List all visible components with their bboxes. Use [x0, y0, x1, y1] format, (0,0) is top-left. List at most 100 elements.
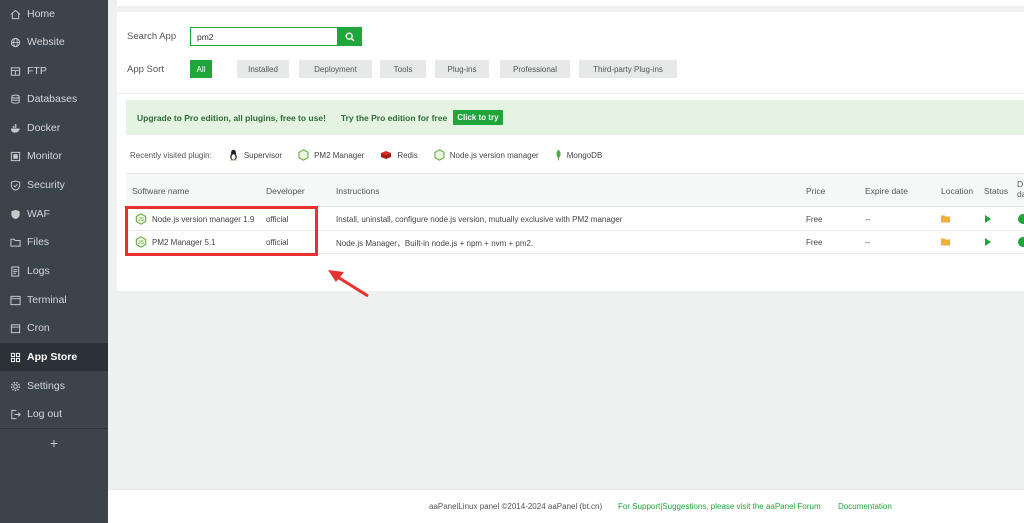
- col-software-name: Software name: [132, 186, 190, 196]
- sidebar-item-label: Docker: [27, 122, 61, 134]
- sort-all-button[interactable]: All: [190, 60, 212, 78]
- sidebar-item-monitor[interactable]: Monitor: [0, 142, 108, 170]
- sidebar-item-website[interactable]: Website: [0, 28, 108, 56]
- nodejs-hex-icon: [298, 149, 309, 161]
- sort-tools-button[interactable]: Tools: [380, 60, 426, 78]
- recent-plugin-nodejs[interactable]: Node.js version manager: [434, 149, 539, 161]
- highlight-box: [125, 206, 318, 256]
- gear-icon: [10, 381, 21, 392]
- table-header: Software name Developer Instructions Pri…: [126, 173, 1024, 207]
- annotation-arrow: [328, 270, 369, 298]
- sidebar-item-waf[interactable]: WAF: [0, 200, 108, 228]
- globe-icon: [10, 37, 21, 48]
- col-location: Location: [941, 186, 974, 196]
- sidebar-item-logs[interactable]: Logs: [0, 257, 108, 285]
- recent-plugin-label: PM2 Manager: [314, 150, 365, 160]
- grid-icon: [10, 352, 21, 363]
- search-icon: [345, 32, 355, 41]
- recent-plugin-redis[interactable]: Redis: [380, 150, 418, 160]
- promo-text: Upgrade to Pro edition, all plugins, fre…: [137, 112, 326, 123]
- sort-installed-button[interactable]: Installed: [237, 60, 289, 78]
- sidebar-item-app-store[interactable]: App Store: [0, 343, 108, 371]
- search-label: Search App: [127, 31, 177, 42]
- sidebar-item-label: Files: [27, 236, 50, 248]
- mongodb-leaf-icon: [556, 149, 561, 161]
- sidebar-item-label: App Store: [27, 351, 78, 363]
- search-input[interactable]: [190, 27, 338, 46]
- sidebar-item-label: Security: [27, 179, 65, 191]
- app-sort-label: App Sort: [127, 64, 164, 75]
- sidebar: Home Website FTP Databases Docker Monito…: [0, 0, 108, 523]
- footer-support-link[interactable]: For Support|Suggestions, please visit th…: [618, 502, 821, 511]
- waf-shield-icon: [10, 209, 21, 220]
- footer: aaPanelLinux panel ©2014-2024 aaPanel (b…: [108, 489, 1024, 523]
- folder-open-icon[interactable]: [941, 238, 951, 246]
- folder-icon: [10, 237, 21, 248]
- instructions: Install, uninstall, configure node.js ve…: [336, 215, 623, 224]
- sidebar-item-label: Terminal: [27, 294, 67, 306]
- col-expire-date: Expire date: [865, 186, 908, 196]
- footer-copyright: aaPanelLinux panel ©2014-2024 aaPanel (b…: [429, 502, 603, 511]
- linux-penguin-icon: [229, 149, 237, 161]
- sidebar-item-label: Cron: [27, 322, 50, 334]
- nodejs-hex-icon: [434, 149, 445, 161]
- divider: [117, 93, 1024, 94]
- shield-icon: [10, 179, 21, 191]
- start-button[interactable]: [985, 215, 991, 223]
- sidebar-item-docker[interactable]: Docker: [0, 114, 108, 142]
- promo-try-text: Try the Pro edition for free: [340, 112, 448, 123]
- recent-plugin-pm2[interactable]: PM2 Manager: [298, 149, 364, 161]
- sidebar-item-label: FTP: [27, 65, 47, 77]
- col-instructions: Instructions: [336, 186, 380, 196]
- recent-plugin-label: MongoDB: [566, 150, 603, 160]
- pro-upgrade-banner: Upgrade to Pro edition, all plugins, fre…: [126, 100, 1024, 135]
- recent-plugin-label: Redis: [397, 150, 418, 160]
- database-icon: [10, 94, 21, 105]
- display-toggle[interactable]: [1018, 237, 1024, 247]
- home-icon: [10, 9, 21, 20]
- sort-deployment-button[interactable]: Deployment: [299, 60, 372, 78]
- expire-date: --: [865, 238, 871, 247]
- add-menu-button[interactable]: +: [0, 428, 108, 456]
- sidebar-item-cron[interactable]: Cron: [0, 314, 108, 342]
- sidebar-item-security[interactable]: Security: [0, 171, 108, 199]
- folder-open-icon[interactable]: [941, 215, 951, 223]
- sidebar-item-label: Logs: [27, 265, 50, 277]
- start-button[interactable]: [985, 238, 991, 246]
- recent-plugin-mongodb[interactable]: MongoDB: [555, 149, 603, 161]
- display-toggle[interactable]: [1018, 214, 1024, 224]
- col-price: Price: [806, 186, 826, 196]
- sidebar-item-log-out[interactable]: Log out: [0, 400, 108, 428]
- sidebar-item-databases[interactable]: Databases: [0, 85, 108, 113]
- col-display: D da: [1017, 179, 1024, 199]
- docker-icon: [10, 123, 21, 134]
- footer-documentation-link[interactable]: Documentation: [838, 502, 892, 511]
- recent-plugins: Recently visited plugin: Supervisor PM2 …: [130, 148, 602, 162]
- sort-professional-button[interactable]: Professional: [500, 60, 570, 78]
- sidebar-item-home[interactable]: Home: [0, 0, 108, 28]
- ftp-icon: [10, 66, 21, 77]
- search-button[interactable]: [338, 27, 362, 46]
- sidebar-item-label: Home: [27, 8, 56, 20]
- recent-plugin-supervisor[interactable]: Supervisor: [228, 149, 282, 161]
- top-panel: [117, 0, 1024, 6]
- price: Free: [806, 215, 823, 224]
- sidebar-item-files[interactable]: Files: [0, 228, 108, 256]
- calendar-icon: [10, 323, 21, 334]
- terminal-icon: [10, 295, 21, 306]
- recent-label: Recently visited plugin:: [130, 150, 212, 160]
- sidebar-item-ftp[interactable]: FTP: [0, 57, 108, 85]
- sidebar-item-label: WAF: [27, 208, 50, 220]
- sidebar-item-terminal[interactable]: Terminal: [0, 286, 108, 314]
- logout-icon: [10, 409, 21, 420]
- sidebar-item-settings[interactable]: Settings: [0, 372, 108, 400]
- col-status: Status: [984, 186, 1009, 196]
- click-to-try-button[interactable]: Click to try: [453, 110, 503, 125]
- sidebar-item-label: Website: [27, 36, 65, 48]
- sidebar-item-label: Databases: [27, 93, 78, 105]
- sidebar-item-label: Monitor: [27, 150, 63, 162]
- sort-third-party-button[interactable]: Third-party Plug-ins: [579, 60, 677, 78]
- recent-plugin-label: Node.js version manager: [449, 150, 539, 160]
- sort-plugins-button[interactable]: Plug-ins: [435, 60, 489, 78]
- sidebar-item-label: Settings: [27, 380, 65, 392]
